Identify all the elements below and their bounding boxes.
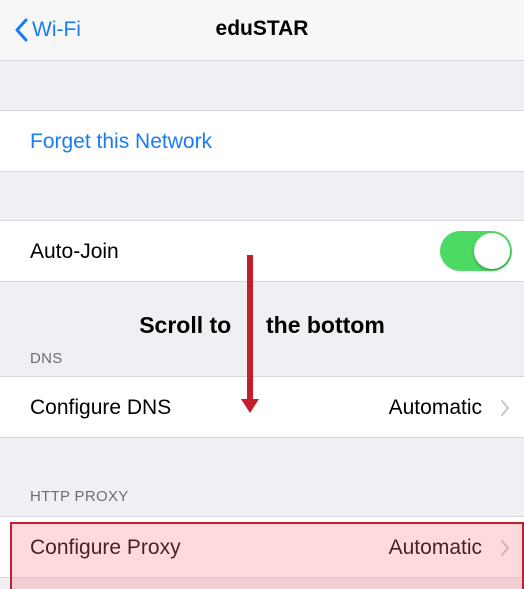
configure-dns-label: Configure DNS: [30, 396, 172, 419]
auto-join-toggle[interactable]: [440, 231, 512, 271]
configure-dns-row[interactable]: Configure DNS Automatic: [0, 376, 524, 438]
auto-join-label: Auto-Join: [30, 240, 119, 263]
chevron-right-icon: [501, 400, 509, 416]
navigation-bar: Wi-Fi eduSTAR: [0, 0, 524, 61]
http-proxy-section-header: HTTP PROXY: [30, 488, 129, 505]
annotation-text-part2: the bottom: [265, 312, 385, 338]
page-title: eduSTAR: [215, 17, 309, 40]
forget-network-row[interactable]: Forget this Network: [0, 110, 524, 172]
configure-dns-value: Automatic: [388, 396, 482, 419]
auto-join-row: Auto-Join: [0, 220, 524, 282]
forget-network-link[interactable]: Forget this Network: [30, 130, 212, 154]
toggle-knob: [474, 233, 510, 269]
configure-proxy-row[interactable]: Configure Proxy Automatic: [0, 516, 524, 578]
dns-section-header: DNS: [30, 350, 63, 367]
configure-proxy-label: Configure Proxy: [30, 536, 181, 559]
chevron-right-icon: [501, 540, 509, 556]
scroll-annotation: Scroll to the bottom: [0, 312, 524, 339]
configure-proxy-value: Automatic: [388, 536, 482, 559]
annotation-text-part1: Scroll to: [139, 312, 232, 338]
scroll-down-arrow-icon: [241, 255, 259, 413]
